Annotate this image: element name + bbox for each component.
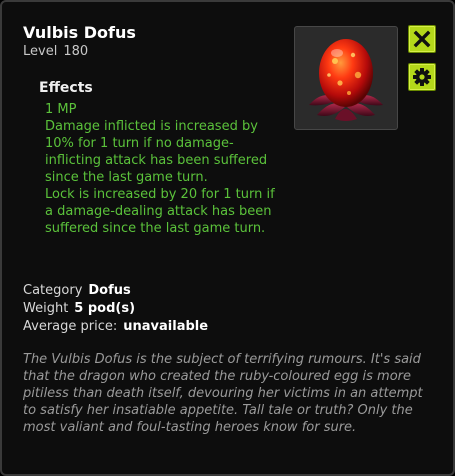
category-label: Category bbox=[23, 283, 83, 298]
level-value: 180 bbox=[63, 44, 89, 59]
level-label: Level bbox=[23, 44, 58, 59]
price-row: Average price: unavailable bbox=[23, 318, 208, 336]
item-image-frame bbox=[294, 26, 398, 130]
dofus-egg-image bbox=[309, 39, 383, 121]
effect-line: 1 MP bbox=[45, 102, 77, 117]
effect-line: Damage inflicted is increased by 10% for… bbox=[45, 119, 268, 185]
item-properties: Category Dofus Weight 5 pod(s) Average pri… bbox=[23, 282, 208, 336]
weight-label: Weight bbox=[23, 301, 69, 316]
effect-line: Lock is increased by 20 for 1 turn if a … bbox=[45, 187, 275, 236]
gear-icon bbox=[413, 68, 431, 86]
category-value: Dofus bbox=[88, 283, 131, 298]
category-row: Category Dofus bbox=[23, 282, 208, 300]
item-name: Vulbis Dofus bbox=[23, 23, 136, 42]
close-button[interactable] bbox=[408, 25, 436, 53]
item-level: Level 180 bbox=[23, 44, 88, 59]
effects-heading: Effects bbox=[39, 80, 93, 96]
settings-button[interactable] bbox=[408, 63, 436, 91]
item-tooltip-panel: Vulbis Dofus Level 180 Effects 1 MP Dama… bbox=[0, 0, 455, 476]
weight-row: Weight 5 pod(s) bbox=[23, 300, 208, 318]
effects-list: 1 MP Damage inflicted is increased by 10… bbox=[45, 101, 285, 237]
price-value: unavailable bbox=[123, 319, 209, 334]
close-icon bbox=[413, 30, 431, 48]
item-description: The Vulbis Dofus is the subject of terri… bbox=[23, 352, 423, 435]
weight-value: 5 pod(s) bbox=[74, 301, 136, 316]
price-label: Average price: bbox=[23, 319, 118, 334]
